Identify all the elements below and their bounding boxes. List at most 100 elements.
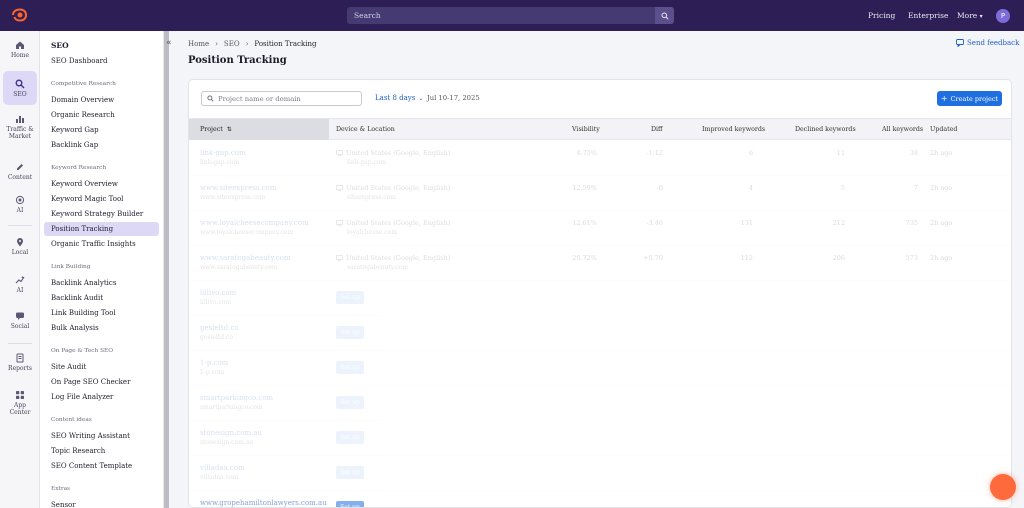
rail-traffic-market[interactable]: Traffic & Market <box>3 114 37 140</box>
table-row[interactable]: www.saratogabeauty.com www.saratogabeauty… <box>189 246 1011 281</box>
project-domain[interactable]: gesieltd.co <box>200 324 239 332</box>
column-header-project[interactable]: Project ⇅ <box>189 119 329 140</box>
rail-app-center[interactable]: App Center <box>3 390 37 416</box>
table-row[interactable]: www.loyalcheesecompany.com www.loyalchees… <box>189 211 1011 246</box>
improved-keywords-value[interactable]: 112 <box>729 254 753 262</box>
improved-keywords-value[interactable]: 131 <box>729 219 753 227</box>
submenu-item[interactable]: Organic Research <box>44 108 159 122</box>
column-header-device-location[interactable]: Device & Location <box>336 126 395 133</box>
rail-home[interactable]: Home <box>3 40 37 59</box>
create-project-button[interactable]: + Create project <box>937 91 1002 106</box>
declined-keywords-value[interactable]: 5 <box>821 184 845 192</box>
submenu-item[interactable]: Log File Analyzer <box>44 390 159 404</box>
submenu-item[interactable]: Domain Overview <box>44 93 159 107</box>
submenu-item[interactable]: Site Audit <box>44 360 159 374</box>
all-keywords-value[interactable]: 573 <box>894 254 918 262</box>
project-domain[interactable]: link-gap.com <box>200 149 246 157</box>
declined-keywords-value[interactable]: 206 <box>821 254 845 262</box>
table-row[interactable]: villadaa.com villadaa.com Set up <box>189 456 1011 491</box>
column-header-improved-keywords[interactable]: Improved keywords <box>702 126 765 133</box>
icon-rail: Home SEO Traffic & Market Content AI Loc… <box>0 31 40 508</box>
all-keywords-value[interactable]: 735 <box>894 219 918 227</box>
project-domain[interactable]: 1-p.com <box>200 359 228 367</box>
set-up-button[interactable]: Set up <box>336 326 364 339</box>
set-up-button[interactable]: Set up <box>336 396 364 409</box>
submenu-item[interactable]: Bulk Analysis <box>44 321 159 335</box>
column-header-updated[interactable]: Updated <box>930 126 957 133</box>
project-domain[interactable]: www.siteexpress.com <box>200 184 276 192</box>
project-search-input[interactable] <box>218 94 358 103</box>
declined-keywords-value[interactable]: 11 <box>821 149 845 157</box>
submenu-item[interactable]: Topic Research <box>44 444 159 458</box>
project-domain[interactable]: smartparkingco.com <box>200 394 273 402</box>
global-search-input[interactable]: Search <box>347 11 655 20</box>
column-header-all-keywords[interactable]: All keywords <box>882 126 923 133</box>
rail-seo[interactable]: SEO <box>3 71 37 105</box>
submenu-item[interactable]: Backlink Audit <box>44 291 159 305</box>
column-header-diff[interactable]: Diff <box>651 126 663 133</box>
enterprise-link[interactable]: Enterprise <box>908 11 948 20</box>
search-icon[interactable] <box>655 7 674 24</box>
all-keywords-value[interactable]: 38 <box>894 149 918 157</box>
rail-ai[interactable]: AI <box>3 195 37 214</box>
submenu-item[interactable]: Organic Traffic Insights <box>44 237 159 251</box>
set-up-button[interactable]: Set up <box>336 291 364 304</box>
improved-keywords-value[interactable]: 4 <box>729 184 753 192</box>
all-keywords-value[interactable]: 7 <box>894 184 918 192</box>
project-domain[interactable]: stonesign.com.au <box>200 429 262 437</box>
table-row[interactable]: link-gap.com link-gap.com United States (G… <box>189 141 1011 176</box>
pricing-link[interactable]: Pricing <box>868 11 895 20</box>
submenu-item[interactable]: Backlink Gap <box>44 138 159 152</box>
submenu-item-position-tracking[interactable]: Position Tracking <box>44 222 159 236</box>
column-header-visibility[interactable]: Visibility <box>572 126 600 133</box>
submenu-item[interactable]: On Page SEO Checker <box>44 375 159 389</box>
submenu-item[interactable]: Sensor <box>44 498 159 508</box>
chat-assistant-button[interactable] <box>990 474 1016 500</box>
column-header-declined-keywords[interactable]: Declined keywords <box>795 126 856 133</box>
project-domain[interactable]: www.loyalcheesecompany.com <box>200 219 309 227</box>
rail-local[interactable]: Local <box>3 237 37 256</box>
submenu-scrollbar[interactable] <box>164 31 169 508</box>
submenu-item[interactable]: Keyword Gap <box>44 123 159 137</box>
send-feedback-link[interactable]: Send feedback <box>956 39 1019 47</box>
submenu-item-seo-dashboard[interactable]: SEO Dashboard <box>44 54 159 68</box>
set-up-button[interactable]: Set up <box>336 361 364 374</box>
submenu-item[interactable]: Backlink Analytics <box>44 276 159 290</box>
avatar[interactable]: P <box>996 9 1010 23</box>
submenu-item[interactable]: Keyword Strategy Builder <box>44 207 159 221</box>
rail-reports[interactable]: Reports <box>3 353 37 372</box>
submenu-item[interactable]: Link Building Tool <box>44 306 159 320</box>
rail-ai-2[interactable]: AI <box>3 275 37 294</box>
submenu-item[interactable]: Keyword Overview <box>44 177 159 191</box>
more-menu[interactable]: More ▾ <box>957 11 983 20</box>
table-row[interactable]: stonesign.com.au stonesign.com.au Set up <box>189 421 1011 456</box>
declined-keywords-value[interactable]: 212 <box>821 219 845 227</box>
improved-keywords-value[interactable]: 6 <box>729 149 753 157</box>
rail-content[interactable]: Content <box>3 162 37 181</box>
table-row[interactable]: www.siteexpress.com www.siteexpress.com Un… <box>189 176 1011 211</box>
submenu-item[interactable]: SEO Writing Assistant <box>44 429 159 443</box>
project-domain[interactable]: villadaa.com <box>200 464 245 472</box>
global-search[interactable]: Search <box>347 7 674 24</box>
project-domain[interactable]: www.saratogabeauty.com <box>200 254 290 262</box>
period-dropdown[interactable]: Last 8 days ⌄ <box>375 94 423 102</box>
submenu-item[interactable]: Keyword Magic Tool <box>44 192 159 206</box>
project-domain[interactable]: www.gropehamiltonlawyers.com.au <box>200 499 327 507</box>
project-domain[interactable]: lillivo.com <box>200 289 236 297</box>
breadcrumb-home[interactable]: Home <box>188 40 209 48</box>
reports-icon <box>16 353 24 363</box>
set-up-button[interactable]: Set up <box>336 501 364 507</box>
table-row[interactable]: smartparkingco.com smartparkingco.com Set … <box>189 386 1011 421</box>
table-row[interactable]: www.gropehamiltonlawyers.com.auwww.grope… <box>189 491 1011 507</box>
rail-social[interactable]: Social <box>3 311 37 330</box>
set-up-button[interactable]: Set up <box>336 431 364 444</box>
submenu-item[interactable]: SEO Content Template <box>44 459 159 473</box>
breadcrumb-seo[interactable]: SEO <box>224 40 240 48</box>
table-row[interactable]: lillivo.com lillivo.com Set up <box>189 281 1011 316</box>
table-row[interactable]: 1-p.com 1-p.com Set up <box>189 351 1011 386</box>
project-search[interactable] <box>201 91 362 106</box>
set-up-button[interactable]: Set up <box>336 466 364 479</box>
table-row[interactable]: gesieltd.co gesieltd.co Set up <box>189 316 1011 351</box>
semrush-logo-icon[interactable] <box>10 8 28 22</box>
collapse-sidebar-icon[interactable]: « <box>166 38 178 50</box>
